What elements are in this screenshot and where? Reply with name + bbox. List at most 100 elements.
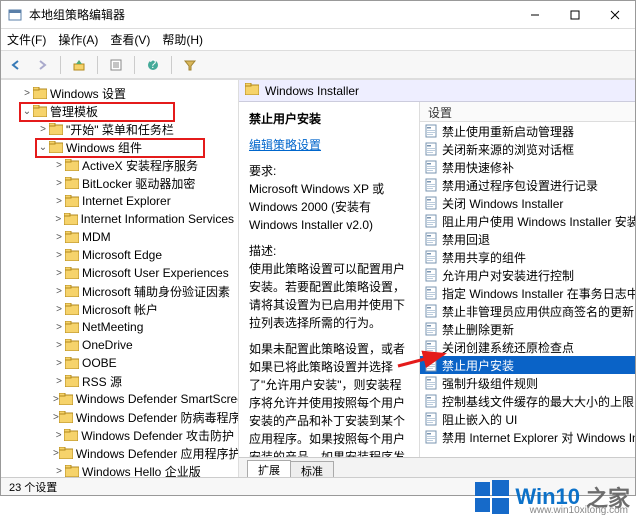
tree-item-3[interactable]: >Internet Information Services — [1, 210, 238, 228]
expander-icon[interactable]: ⌄ — [21, 106, 33, 117]
tree-item-17[interactable]: > Windows Hello 企业版 — [1, 462, 238, 477]
expander-icon[interactable]: > — [21, 88, 33, 99]
setting-row[interactable]: 禁用回退 — [420, 230, 635, 248]
menu-action[interactable]: 操作(A) — [58, 31, 98, 48]
setting-row[interactable]: 允许用户对安装进行控制 — [420, 266, 635, 284]
back-button[interactable] — [5, 54, 27, 76]
toolbar-divider — [171, 56, 172, 74]
tree-item-11[interactable]: > OOBE — [1, 354, 238, 372]
expander-icon[interactable]: > — [53, 196, 65, 207]
edit-policy-link[interactable]: 编辑策略设置 — [249, 138, 321, 152]
column-header[interactable]: 设置 — [420, 102, 635, 122]
folder-icon — [65, 321, 79, 333]
desc-p2: 如果未配置此策略设置，或者如果已将此策略设置并选择了"允许用户安装"，则安装程序… — [249, 340, 409, 457]
setting-row[interactable]: 禁用通过程序包设置进行记录 — [420, 176, 635, 194]
policy-icon — [424, 196, 438, 210]
expander-icon[interactable]: > — [53, 268, 65, 279]
setting-row[interactable]: 禁止用户安装 — [420, 356, 635, 374]
expander-icon[interactable]: > — [53, 286, 65, 297]
policy-icon — [424, 268, 438, 282]
tree-item-16[interactable]: >Windows Defender 应用程序护卫 — [1, 444, 238, 462]
setting-label: 允许用户对安装进行控制 — [442, 267, 574, 284]
folder-icon — [49, 141, 63, 153]
menu-view[interactable]: 查看(V) — [110, 31, 150, 48]
setting-row[interactable]: 阻止用户使用 Windows Installer 安装更 — [420, 212, 635, 230]
settings-list[interactable]: 设置 禁止使用重新启动管理器关闭新来源的浏览对话框禁用快速修补禁用通过程序包设置… — [419, 102, 635, 457]
setting-row[interactable]: 禁用 Internet Explorer 对 Windows In — [420, 428, 635, 446]
expander-icon[interactable]: > — [37, 124, 49, 135]
help-button[interactable]: ? — [142, 54, 164, 76]
setting-row[interactable]: 禁止非管理员应用供应商签名的更新 — [420, 302, 635, 320]
app-icon — [7, 7, 23, 23]
tree-item-13[interactable]: >Windows Defender SmartScreen — [1, 390, 238, 408]
tree-windows-settings[interactable]: >Windows 设置 — [1, 84, 238, 102]
expander-icon[interactable]: > — [53, 358, 65, 369]
menu-file[interactable]: 文件(F) — [7, 31, 46, 48]
tree-label: Windows Hello 企业版 — [82, 463, 201, 478]
setting-row[interactable]: 禁止删除更新 — [420, 320, 635, 338]
filter-button[interactable] — [179, 54, 201, 76]
expander-icon[interactable]: > — [53, 160, 65, 171]
tree-item-4[interactable]: >MDM — [1, 228, 238, 246]
tree-label: OOBE — [82, 356, 117, 370]
tree-item-15[interactable]: >Windows Defender 攻击防护 — [1, 426, 238, 444]
tab-standard[interactable]: 标准 — [290, 461, 334, 477]
tree-admin-templates[interactable]: ⌄管理模板 — [1, 102, 238, 120]
expander-icon[interactable]: > — [53, 466, 65, 477]
setting-row[interactable]: 阻止嵌入的 UI — [420, 410, 635, 428]
setting-row[interactable]: 指定 Windows Installer 在事务日志中 — [420, 284, 635, 302]
setting-row[interactable]: 关闭创建系统还原检查点 — [420, 338, 635, 356]
menu-help[interactable]: 帮助(H) — [162, 31, 203, 48]
minimize-button[interactable] — [515, 1, 555, 29]
toolbar: ? — [1, 51, 635, 79]
tree-item-2[interactable]: >Internet Explorer — [1, 192, 238, 210]
expander-icon[interactable]: > — [53, 178, 65, 189]
tree-label: Microsoft 帐户 — [82, 301, 158, 318]
expander-icon[interactable]: > — [53, 304, 65, 315]
setting-row[interactable]: 禁用快速修补 — [420, 158, 635, 176]
expander-icon[interactable]: > — [53, 340, 65, 351]
up-button[interactable] — [68, 54, 90, 76]
close-button[interactable] — [595, 1, 635, 29]
setting-row[interactable]: 控制基线文件缓存的最大大小的上限 — [420, 392, 635, 410]
tree-item-9[interactable]: >NetMeeting — [1, 318, 238, 336]
expander-icon[interactable]: > — [53, 376, 65, 387]
expander-icon[interactable]: > — [53, 322, 65, 333]
policy-icon — [424, 376, 438, 390]
setting-row[interactable]: 强制升级组件规则 — [420, 374, 635, 392]
tree-item-1[interactable]: >BitLocker 驱动器加密 — [1, 174, 238, 192]
policy-icon — [424, 178, 438, 192]
maximize-button[interactable] — [555, 1, 595, 29]
properties-button[interactable] — [105, 54, 127, 76]
expander-icon[interactable]: ⌄ — [37, 142, 49, 153]
tree-item-12[interactable]: >RSS 源 — [1, 372, 238, 390]
setting-row[interactable]: 禁用共享的组件 — [420, 248, 635, 266]
expander-icon[interactable]: > — [53, 232, 65, 243]
tree-item-14[interactable]: >Windows Defender 防病毒程序 — [1, 408, 238, 426]
tree-pane[interactable]: >Windows 设置⌄管理模板>"开始" 菜单和任务栏⌄Windows 组件>… — [1, 80, 239, 477]
tree-item-8[interactable]: > Microsoft 帐户 — [1, 300, 238, 318]
setting-label: 禁止用户安装 — [442, 357, 514, 374]
tree-start-menu[interactable]: > "开始" 菜单和任务栏 — [1, 120, 238, 138]
setting-row[interactable]: 关闭新来源的浏览对话框 — [420, 140, 635, 158]
tree-item-10[interactable]: > OneDrive — [1, 336, 238, 354]
expander-icon[interactable]: > — [53, 214, 64, 225]
tree-item-7[interactable]: >Microsoft 辅助身份验证因素 — [1, 282, 238, 300]
tree-item-6[interactable]: >Microsoft User Experiences — [1, 264, 238, 282]
forward-button[interactable] — [31, 54, 53, 76]
tree-label: OneDrive — [82, 338, 133, 352]
folder-icon — [59, 393, 73, 405]
setting-row[interactable]: 禁止使用重新启动管理器 — [420, 122, 635, 140]
tree-item-0[interactable]: >ActiveX 安装程序服务 — [1, 156, 238, 174]
setting-row[interactable]: 关闭 Windows Installer — [420, 194, 635, 212]
tree-windows-components[interactable]: ⌄Windows 组件 — [1, 138, 238, 156]
toolbar-divider — [134, 56, 135, 74]
expander-icon[interactable]: > — [53, 430, 64, 441]
setting-label: 禁用通过程序包设置进行记录 — [442, 177, 598, 194]
setting-label: 阻止用户使用 Windows Installer 安装更 — [442, 213, 635, 230]
expander-icon[interactable]: > — [53, 250, 65, 261]
tree-label: "开始" 菜单和任务栏 — [66, 121, 174, 138]
tree-item-5[interactable]: >Microsoft Edge — [1, 246, 238, 264]
tab-extended[interactable]: 扩展 — [247, 460, 291, 477]
folder-icon — [65, 303, 79, 315]
